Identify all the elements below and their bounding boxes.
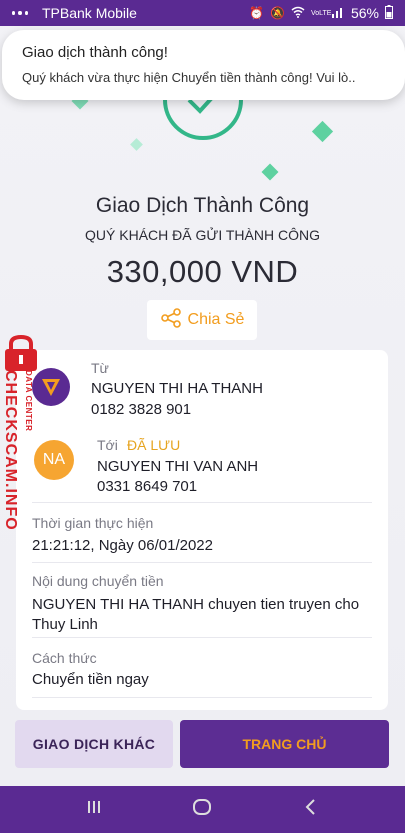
battery-level: 56% (350, 5, 379, 21)
divider (32, 697, 372, 698)
system-nav-bar (0, 786, 405, 833)
signal-icon (331, 6, 345, 21)
method-label: Cách thức (32, 650, 97, 666)
divider (32, 637, 372, 638)
to-name: NGUYEN THI VAN ANH (97, 458, 259, 475)
notification-body: Quý khách vừa thực hiện Chuyển tiền thàn… (22, 70, 356, 85)
status-bar: TPBank Mobile ⏰ 🔕 VoLTE 56% (0, 0, 405, 26)
status-icons: ⏰ 🔕 VoLTE 56% (249, 4, 393, 22)
page-title: Giao Dịch Thành Công (95, 194, 310, 217)
from-name: NGUYEN THI HA THANH (91, 380, 263, 397)
alarm-icon: ⏰ (249, 6, 265, 20)
from-label: Từ (91, 360, 109, 376)
notification-banner[interactable]: Giao dịch thành công! Quý khách vừa thực… (2, 30, 405, 100)
share-icon (160, 307, 182, 334)
home-nav-icon[interactable] (192, 797, 212, 822)
recent-apps-icon[interactable] (85, 798, 103, 821)
watermark-text: CHECKSCAM.INFO (2, 370, 19, 531)
to-label: Tới (97, 437, 118, 453)
home-button[interactable]: TRANG CHỦ (180, 720, 389, 768)
saved-badge: ĐÃ LƯU (127, 437, 181, 453)
wifi-icon (291, 6, 305, 21)
divider (32, 502, 372, 503)
battery-icon (385, 4, 393, 22)
back-icon[interactable] (302, 798, 320, 821)
time-value: 21:21:12, Ngày 06/01/2022 (32, 537, 213, 554)
time-label: Thời gian thực hiện (32, 515, 154, 531)
transfer-amount: 330,000 VND (106, 254, 299, 289)
divider (32, 562, 372, 563)
content-value: NGUYEN THI HA THANH chuyen tien truyen c… (32, 596, 360, 633)
share-button[interactable]: Chia Sẻ (147, 300, 257, 340)
status-dots-icon (12, 8, 28, 18)
share-label: Chia Sẻ (187, 311, 245, 328)
from-account: 0182 3828 901 (91, 401, 192, 418)
recipient-avatar: NA (34, 440, 74, 480)
content-label: Nội dung chuyển tiền (32, 573, 164, 589)
watermark-subtext: DATA CENTER (24, 370, 33, 432)
to-account: 0331 8649 701 (97, 478, 198, 495)
notification-title: Giao dịch thành công! (22, 44, 168, 61)
status-app-name: TPBank Mobile (42, 5, 137, 21)
page-subtitle: QUÝ KHÁCH ĐÃ GỬI THÀNH CÔNG (85, 227, 320, 243)
mute-icon: 🔕 (270, 6, 285, 20)
method-value: Chuyển tiền ngay (32, 671, 149, 688)
other-transaction-button[interactable]: GIAO DỊCH KHÁC (15, 720, 173, 768)
volte-icon: VoLTE (310, 9, 332, 17)
